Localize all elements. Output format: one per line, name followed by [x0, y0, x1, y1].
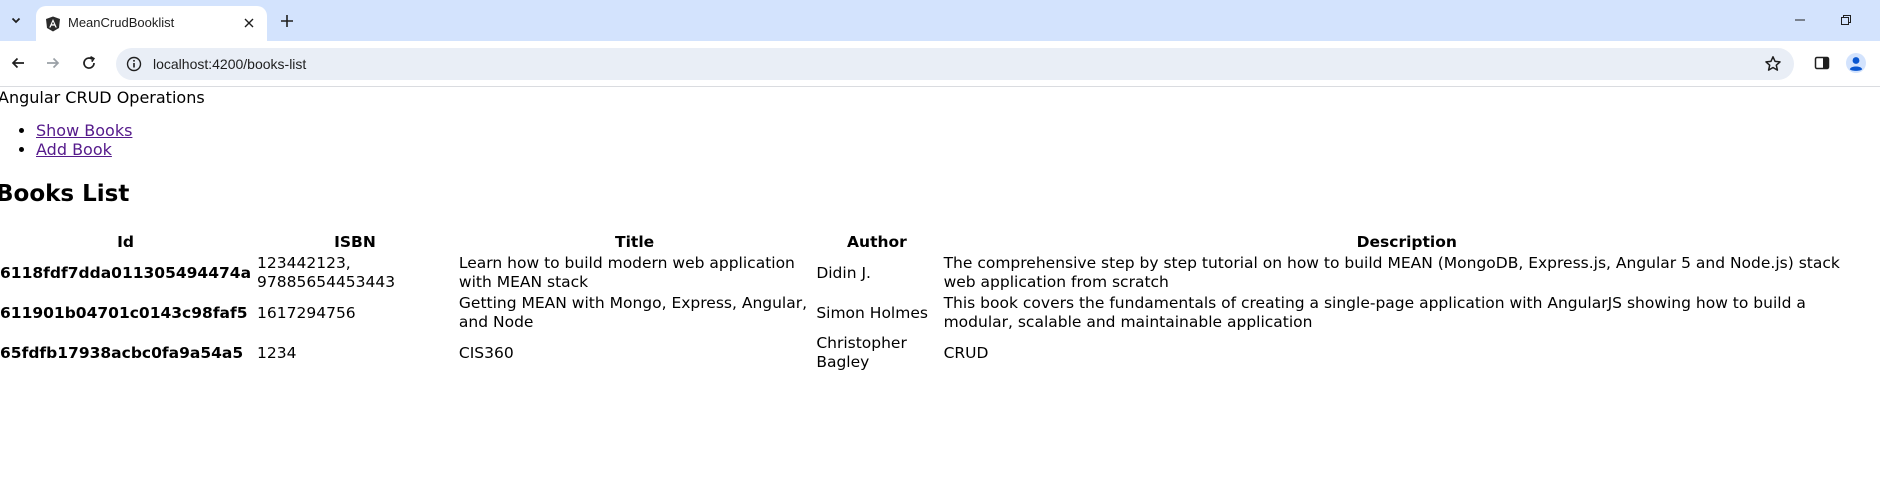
avatar-icon: [1846, 53, 1866, 73]
browser-tab-active[interactable]: MeanCrudBooklist: [36, 6, 267, 41]
bookmark-star-icon[interactable]: [1764, 55, 1782, 73]
table-row: 6118fdf7dda011305494474a 123442123, 9788…: [0, 254, 1871, 292]
book-title-cell: Learn how to build modern web applicatio…: [458, 254, 795, 291]
book-description-cell: CRUD: [943, 343, 989, 362]
column-header-author: Author: [847, 233, 907, 251]
book-author-cell: Simon Holmes: [816, 303, 928, 322]
book-author-cell: Didin J.: [816, 263, 871, 282]
book-isbn-cell: 1234: [257, 343, 297, 362]
close-icon: [244, 18, 254, 28]
nav-item-show-books: Show Books: [36, 121, 132, 140]
chevron-down-icon: [11, 17, 21, 24]
book-isbn-cell: 123442123, 97885654453443: [257, 254, 396, 291]
back-button[interactable]: [7, 52, 29, 74]
show-books-link[interactable]: Show Books: [36, 121, 132, 140]
reload-button[interactable]: [78, 52, 100, 74]
new-tab-button[interactable]: [277, 11, 297, 31]
table-row: 611901b04701c0143c98faf5 1617294756 Gett…: [0, 294, 1871, 332]
restore-icon: [1841, 15, 1851, 25]
forward-button[interactable]: [42, 52, 64, 74]
book-description-cell: The comprehensive step by step tutorial …: [943, 254, 1840, 291]
plus-icon: [281, 15, 293, 27]
minimize-window-button[interactable]: [1790, 10, 1810, 30]
column-header-id: Id: [117, 233, 134, 251]
browser-tabstrip: MeanCrudBooklist: [0, 0, 1880, 41]
book-title-cell: Getting MEAN with Mongo, Express, Angula…: [458, 294, 808, 331]
book-id-cell: 611901b04701c0143c98faf5: [0, 303, 248, 322]
column-header-isbn: ISBN: [334, 233, 376, 251]
book-id-cell: 65fdfb17938acbc0fa9a54a5: [0, 343, 244, 362]
book-description-cell: This book covers the fundamentals of cre…: [943, 294, 1806, 331]
tab-title: MeanCrudBooklist: [68, 15, 175, 30]
app-title: Angular CRUD Operations: [0, 88, 205, 107]
app-nav: Show Books Add Book: [0, 121, 132, 159]
restore-window-button[interactable]: [1836, 10, 1856, 30]
minimize-icon: [1795, 19, 1805, 21]
arrow-left-icon: [11, 57, 24, 69]
tab-close-button[interactable]: [241, 15, 257, 31]
reload-icon: [83, 56, 96, 69]
page-title: Books List: [0, 181, 130, 207]
book-isbn-cell: 1617294756: [257, 303, 356, 322]
table-row: 65fdfb17938acbc0fa9a54a5 1234 CIS360 Chr…: [0, 334, 1871, 372]
angular-logo-icon: [46, 16, 60, 32]
column-header-description: Description: [1356, 233, 1457, 251]
site-info-icon[interactable]: [126, 56, 142, 72]
books-table: Id ISBN Title Author Description 6118fdf…: [0, 231, 1875, 374]
profile-button[interactable]: [1846, 53, 1866, 73]
book-title-cell: CIS360: [458, 343, 514, 362]
add-book-link[interactable]: Add Book: [36, 140, 112, 159]
address-bar[interactable]: localhost:4200/books-list: [116, 48, 1794, 80]
table-header-row: Id ISBN Title Author Description: [0, 233, 1871, 252]
browser-toolbar: localhost:4200/books-list: [0, 41, 1880, 87]
side-panel-icon: [1814, 56, 1830, 70]
book-id-cell: 6118fdf7dda011305494474a: [0, 263, 252, 282]
url-text[interactable]: localhost:4200/books-list: [153, 56, 306, 72]
arrow-right-icon: [47, 57, 60, 69]
side-panel-button[interactable]: [1812, 53, 1832, 73]
column-header-title: Title: [615, 233, 655, 251]
book-author-cell: Christopher Bagley: [816, 334, 907, 371]
tab-search-button[interactable]: [6, 9, 26, 31]
nav-item-add-book: Add Book: [36, 140, 132, 159]
page-viewport: Angular CRUD Operations Show Books Add B…: [0, 88, 1880, 479]
